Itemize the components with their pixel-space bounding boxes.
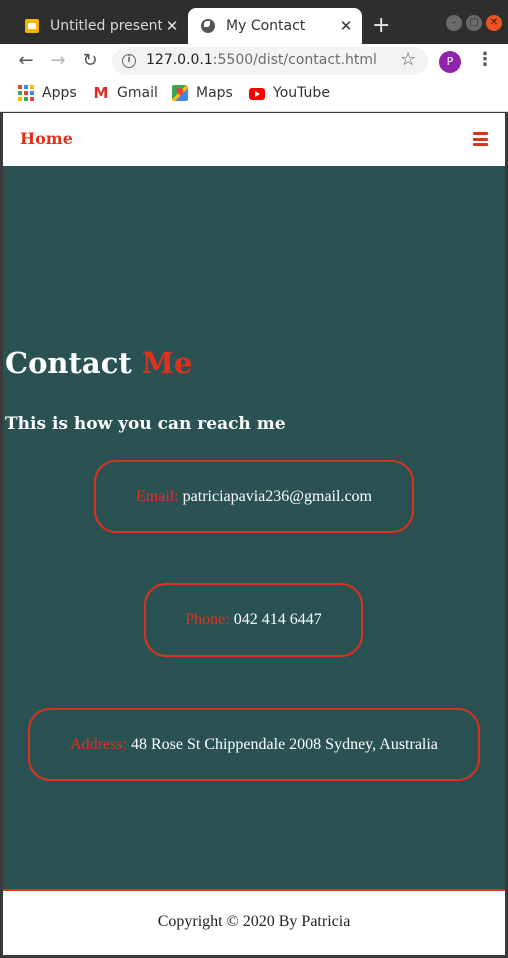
browser-tab-active[interactable]: My Contact ✕ bbox=[188, 8, 362, 44]
profile-avatar[interactable]: P bbox=[439, 51, 461, 73]
address-label: Address: bbox=[70, 735, 127, 753]
bookmark-youtube[interactable]: YouTube bbox=[249, 85, 330, 101]
page-viewport: Home Contact Me This is how you can reac… bbox=[3, 113, 505, 955]
phone-value[interactable]: 042 414 6447 bbox=[234, 611, 322, 629]
bookmark-label: Gmail bbox=[117, 85, 158, 101]
bookmark-star-icon[interactable]: ☆ bbox=[400, 49, 416, 70]
bookmark-label: Apps bbox=[42, 85, 77, 101]
tab-title: Untitled presentation bbox=[50, 18, 162, 34]
url-text[interactable]: 127.0.0.1:5500/dist/contact.html bbox=[146, 52, 377, 68]
phone-label: Phone: bbox=[185, 611, 230, 628]
bookmark-label: Maps bbox=[196, 85, 233, 101]
reload-icon[interactable]: ↻ bbox=[78, 49, 102, 73]
url-host: 127.0.0.1 bbox=[146, 52, 213, 68]
title-main: Contact bbox=[5, 346, 132, 380]
apps-grid-icon bbox=[18, 85, 34, 101]
browser-tab-bar: Untitled presentation ✕ My Contact ✕ + –… bbox=[0, 0, 508, 44]
browser-toolbar: ← → ↻ i 127.0.0.1:5500/dist/contact.html… bbox=[0, 44, 508, 78]
back-arrow-icon[interactable]: ← bbox=[14, 49, 38, 73]
bookmark-apps[interactable]: Apps bbox=[18, 85, 77, 101]
copyright-text: Copyright © 2020 By Patricia bbox=[157, 913, 351, 930]
url-path: :5500/dist/contact.html bbox=[212, 52, 377, 68]
address-value: 48 Rose St Chippendale 2008 Sydney, Aust… bbox=[130, 735, 438, 753]
address-bar[interactable]: i 127.0.0.1:5500/dist/contact.html ☆ bbox=[112, 47, 428, 75]
phone-card: Phone: 042 414 6447 bbox=[144, 583, 363, 657]
more-menu-icon[interactable]: ⋮ bbox=[476, 49, 494, 71]
email-value[interactable]: patriciapavia236@gmail.com bbox=[183, 488, 372, 506]
bookmarks-bar: Apps M Gmail Maps YouTube bbox=[0, 78, 508, 112]
window-close-icon[interactable]: ✕ bbox=[486, 15, 502, 31]
nav-home-link[interactable]: Home bbox=[20, 129, 73, 148]
close-tab-icon[interactable]: ✕ bbox=[162, 17, 182, 35]
title-accent: Me bbox=[141, 346, 193, 380]
bookmark-maps[interactable]: Maps bbox=[172, 85, 233, 101]
new-tab-button[interactable]: + bbox=[372, 14, 390, 38]
youtube-icon bbox=[249, 88, 265, 100]
email-label: Email: bbox=[136, 487, 179, 505]
page-subtitle: This is how you can reach me bbox=[5, 414, 286, 434]
close-tab-icon[interactable]: ✕ bbox=[336, 17, 356, 35]
window-controls: – □ ✕ bbox=[446, 15, 502, 31]
forward-arrow-icon[interactable]: → bbox=[46, 49, 70, 73]
site-navbar: Home bbox=[3, 113, 505, 166]
minimize-icon[interactable]: – bbox=[446, 15, 462, 31]
gmail-icon: M bbox=[93, 84, 109, 102]
tab-title: My Contact bbox=[226, 18, 306, 34]
browser-tab[interactable]: Untitled presentation ✕ bbox=[12, 8, 188, 44]
email-card: Email: patriciapavia236@gmail.com bbox=[94, 460, 414, 533]
maximize-icon[interactable]: □ bbox=[466, 15, 482, 31]
bookmark-gmail[interactable]: M Gmail bbox=[93, 85, 158, 101]
globe-icon bbox=[200, 18, 216, 34]
site-footer: Copyright © 2020 By Patricia bbox=[3, 889, 505, 955]
slides-icon bbox=[24, 18, 40, 34]
address-card: Address: 48 Rose St Chippendale 2008 Syd… bbox=[28, 708, 480, 781]
bookmark-label: YouTube bbox=[273, 85, 330, 101]
maps-icon bbox=[172, 85, 188, 101]
page-title: Contact Me bbox=[5, 346, 192, 380]
hamburger-menu-icon[interactable] bbox=[473, 132, 488, 146]
site-info-icon[interactable]: i bbox=[122, 54, 136, 68]
